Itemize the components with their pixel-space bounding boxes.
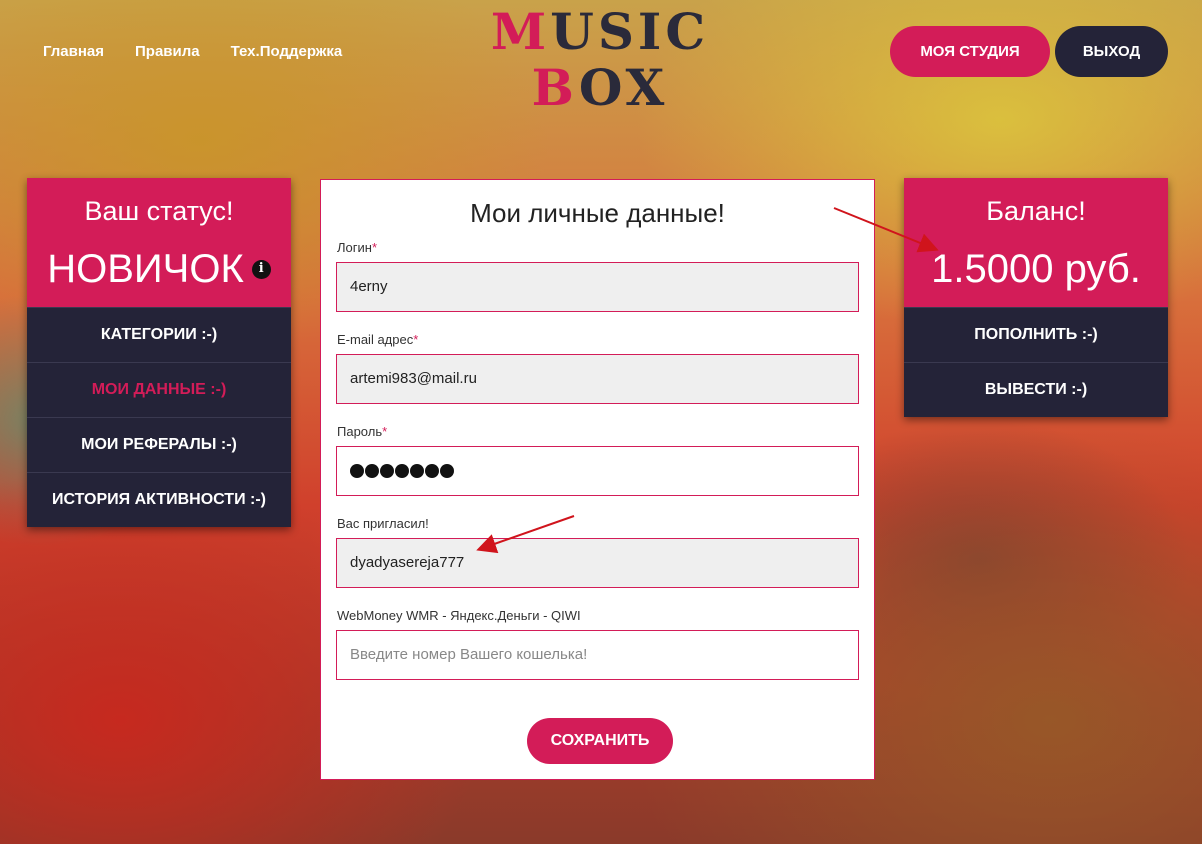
- password-field[interactable]: [336, 446, 859, 496]
- menu-withdraw[interactable]: ВЫВЕСТИ :-): [904, 362, 1168, 417]
- balance-header: Баланс! 1.5000 руб.: [904, 178, 1168, 307]
- menu-my-data[interactable]: МОИ ДАННЫЕ :-): [27, 362, 291, 417]
- logo-letter: M: [490, 2, 551, 61]
- info-icon[interactable]: i: [251, 259, 271, 279]
- save-button[interactable]: СОХРАНИТЬ: [527, 718, 673, 764]
- nav-rules-link[interactable]: Правила: [135, 43, 200, 60]
- logo-letter: B: [531, 58, 579, 117]
- my-studio-button[interactable]: МОЯ СТУДИЯ: [890, 26, 1050, 77]
- inviter-field: dyadyasereja777: [336, 538, 859, 588]
- logo-text: OX: [578, 58, 669, 117]
- password-label: Пароль*: [337, 424, 387, 439]
- status-value: НОВИЧОК: [47, 247, 244, 291]
- email-label: E-mail адрес*: [337, 332, 418, 347]
- required-mark: *: [413, 332, 419, 347]
- password-mask: [350, 464, 454, 479]
- top-nav: Главная Правила Тех.Поддержка: [43, 43, 342, 60]
- menu-my-referrals[interactable]: МОИ РЕФЕРАЛЫ :-): [27, 417, 291, 472]
- required-mark: *: [382, 424, 388, 439]
- required-mark: *: [371, 240, 378, 255]
- exit-button[interactable]: ВЫХОД: [1055, 26, 1168, 77]
- status-header: Ваш статус! НОВИЧОК i: [27, 178, 291, 307]
- email-label-text: E-mail адрес: [337, 332, 414, 347]
- status-panel: Ваш статус! НОВИЧОК i КАТЕГОРИИ :-) МОИ …: [27, 178, 291, 527]
- menu-activity-history[interactable]: ИСТОРИЯ АКТИВНОСТИ :-): [27, 472, 291, 527]
- nav-home-link[interactable]: Главная: [43, 43, 104, 60]
- menu-categories[interactable]: КАТЕГОРИИ :-): [27, 307, 291, 362]
- login-label-text: Логин: [337, 240, 372, 255]
- personal-data-form: Мои личные данные! Логин* 4erny E-mail а…: [320, 179, 875, 780]
- menu-top-up[interactable]: ПОПОЛНИТЬ :-): [904, 307, 1168, 362]
- balance-amount: 1.5000 руб.: [931, 247, 1141, 291]
- balance-panel: Баланс! 1.5000 руб. ПОПОЛНИТЬ :-) ВЫВЕСТ…: [904, 178, 1168, 417]
- wallet-input[interactable]: Введите номер Вашего кошелька!: [336, 630, 859, 680]
- logo-text: USIC: [550, 2, 710, 61]
- nav-support-link[interactable]: Тех.Поддержка: [231, 43, 343, 60]
- wallet-label: WebMoney WMR - Яндекс.Деньги - QIWI: [337, 608, 581, 623]
- balance-caption: Баланс!: [986, 196, 1086, 226]
- form-title: Мои личные данные!: [470, 198, 725, 228]
- login-label: Логин*: [337, 240, 377, 255]
- login-field[interactable]: 4erny: [336, 262, 859, 312]
- password-label-text: Пароль: [337, 424, 383, 439]
- inviter-label: Вас пригласил!: [337, 516, 429, 531]
- status-value-row: НОВИЧОК i: [27, 245, 291, 293]
- email-field[interactable]: artemi983@mail.ru: [336, 354, 859, 404]
- music-box-logo[interactable]: MUSIC BOX: [478, 4, 722, 124]
- status-caption: Ваш статус!: [84, 196, 234, 226]
